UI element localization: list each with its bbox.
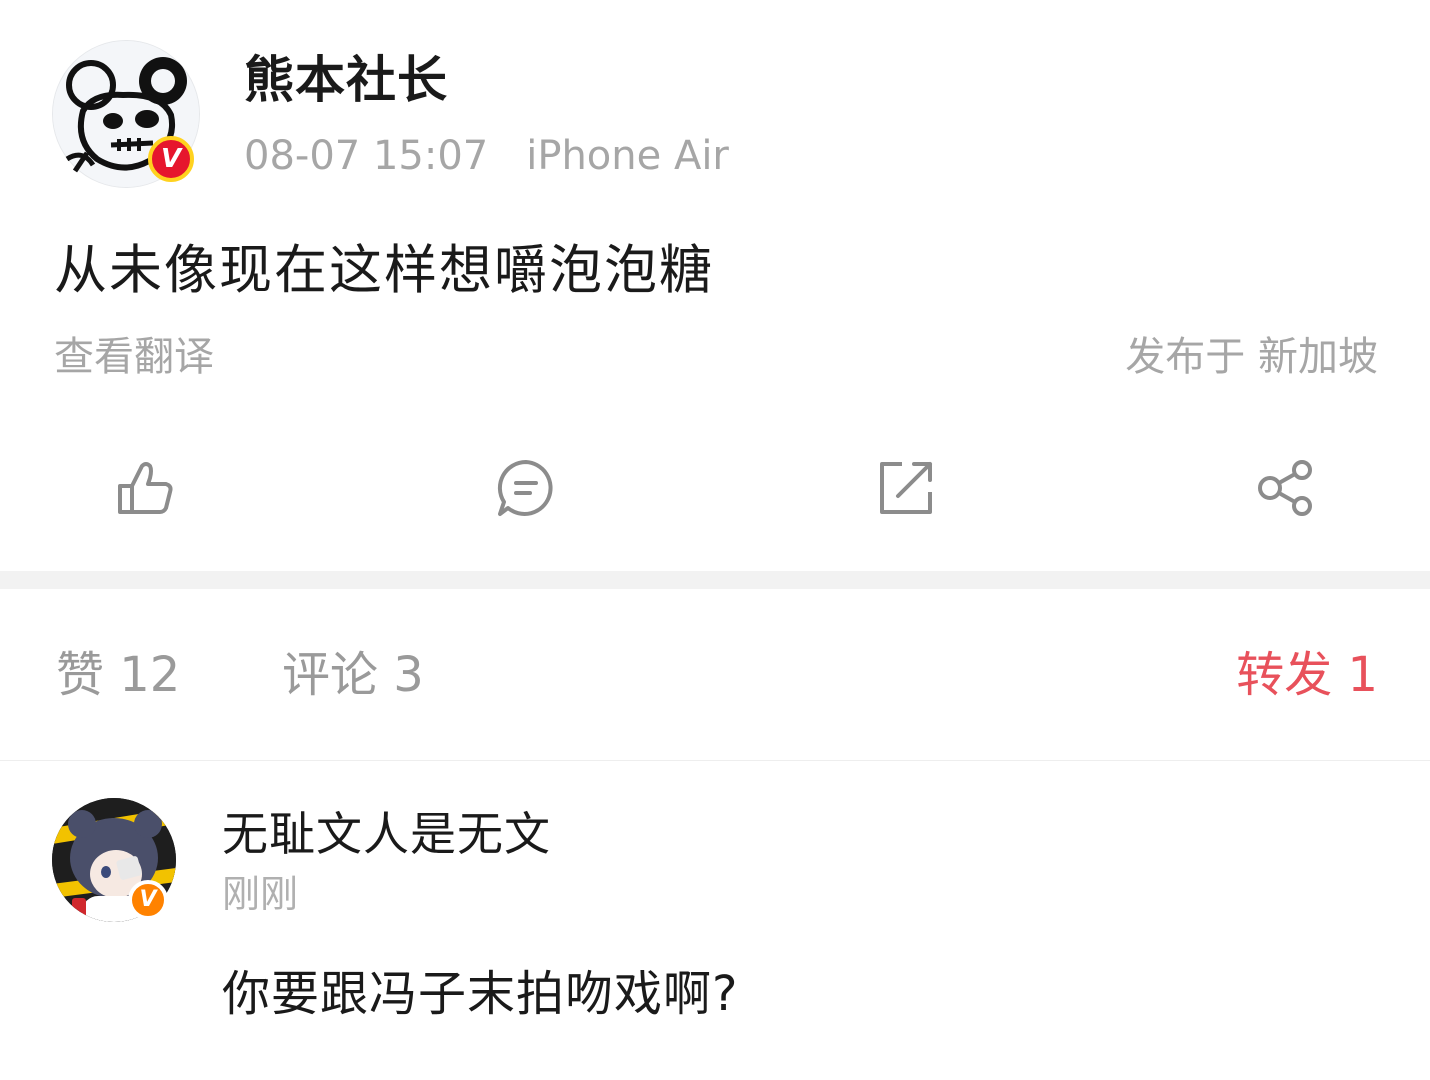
post-header: V 熊本社长 08-07 15:07 iPhone Air — [52, 40, 1382, 190]
author-avatar[interactable]: V — [52, 40, 200, 188]
share-icon — [1258, 460, 1312, 516]
repost-button[interactable] — [858, 440, 954, 536]
repost-icon — [880, 462, 932, 514]
list-divider — [0, 760, 1430, 761]
post-meta: 08-07 15:07 iPhone Air — [244, 130, 729, 182]
share-button[interactable] — [1238, 440, 1334, 536]
list-item: V 无耻文人是无文 刚刚 你要跟冯子末拍吻戏啊? — [52, 798, 1382, 1038]
action-bar — [0, 440, 1430, 536]
verified-badge-icon: V — [128, 880, 168, 920]
like-button[interactable] — [98, 440, 194, 536]
commenter-avatar[interactable]: V — [52, 798, 176, 922]
comment-icon — [497, 459, 553, 516]
comment-time: 刚刚 — [222, 872, 299, 916]
post-device: iPhone Air — [526, 133, 729, 179]
post-time: 08-07 15:07 — [244, 133, 489, 179]
comment-text: 你要跟冯子末拍吻戏啊? — [222, 966, 739, 1022]
tab-comments[interactable]: 评论 3 — [282, 640, 424, 710]
section-divider — [0, 571, 1430, 589]
post-text: 从未像现在这样想嚼泡泡糖 — [54, 240, 714, 301]
commenter-name[interactable]: 无耻文人是无文 — [222, 804, 551, 864]
stats-tabs: 赞 12 评论 3 转发 1 — [0, 640, 1430, 710]
author-name[interactable]: 熊本社长 — [244, 48, 448, 112]
translate-link[interactable]: 查看翻译 — [54, 330, 214, 384]
tab-likes[interactable]: 赞 12 — [56, 640, 180, 710]
tab-reposts[interactable]: 转发 1 — [1236, 640, 1378, 710]
comment-button[interactable] — [478, 440, 574, 536]
like-icon — [118, 462, 173, 514]
post-location: 发布于 新加坡 — [1125, 334, 1378, 380]
verified-badge-icon: V — [148, 136, 194, 182]
